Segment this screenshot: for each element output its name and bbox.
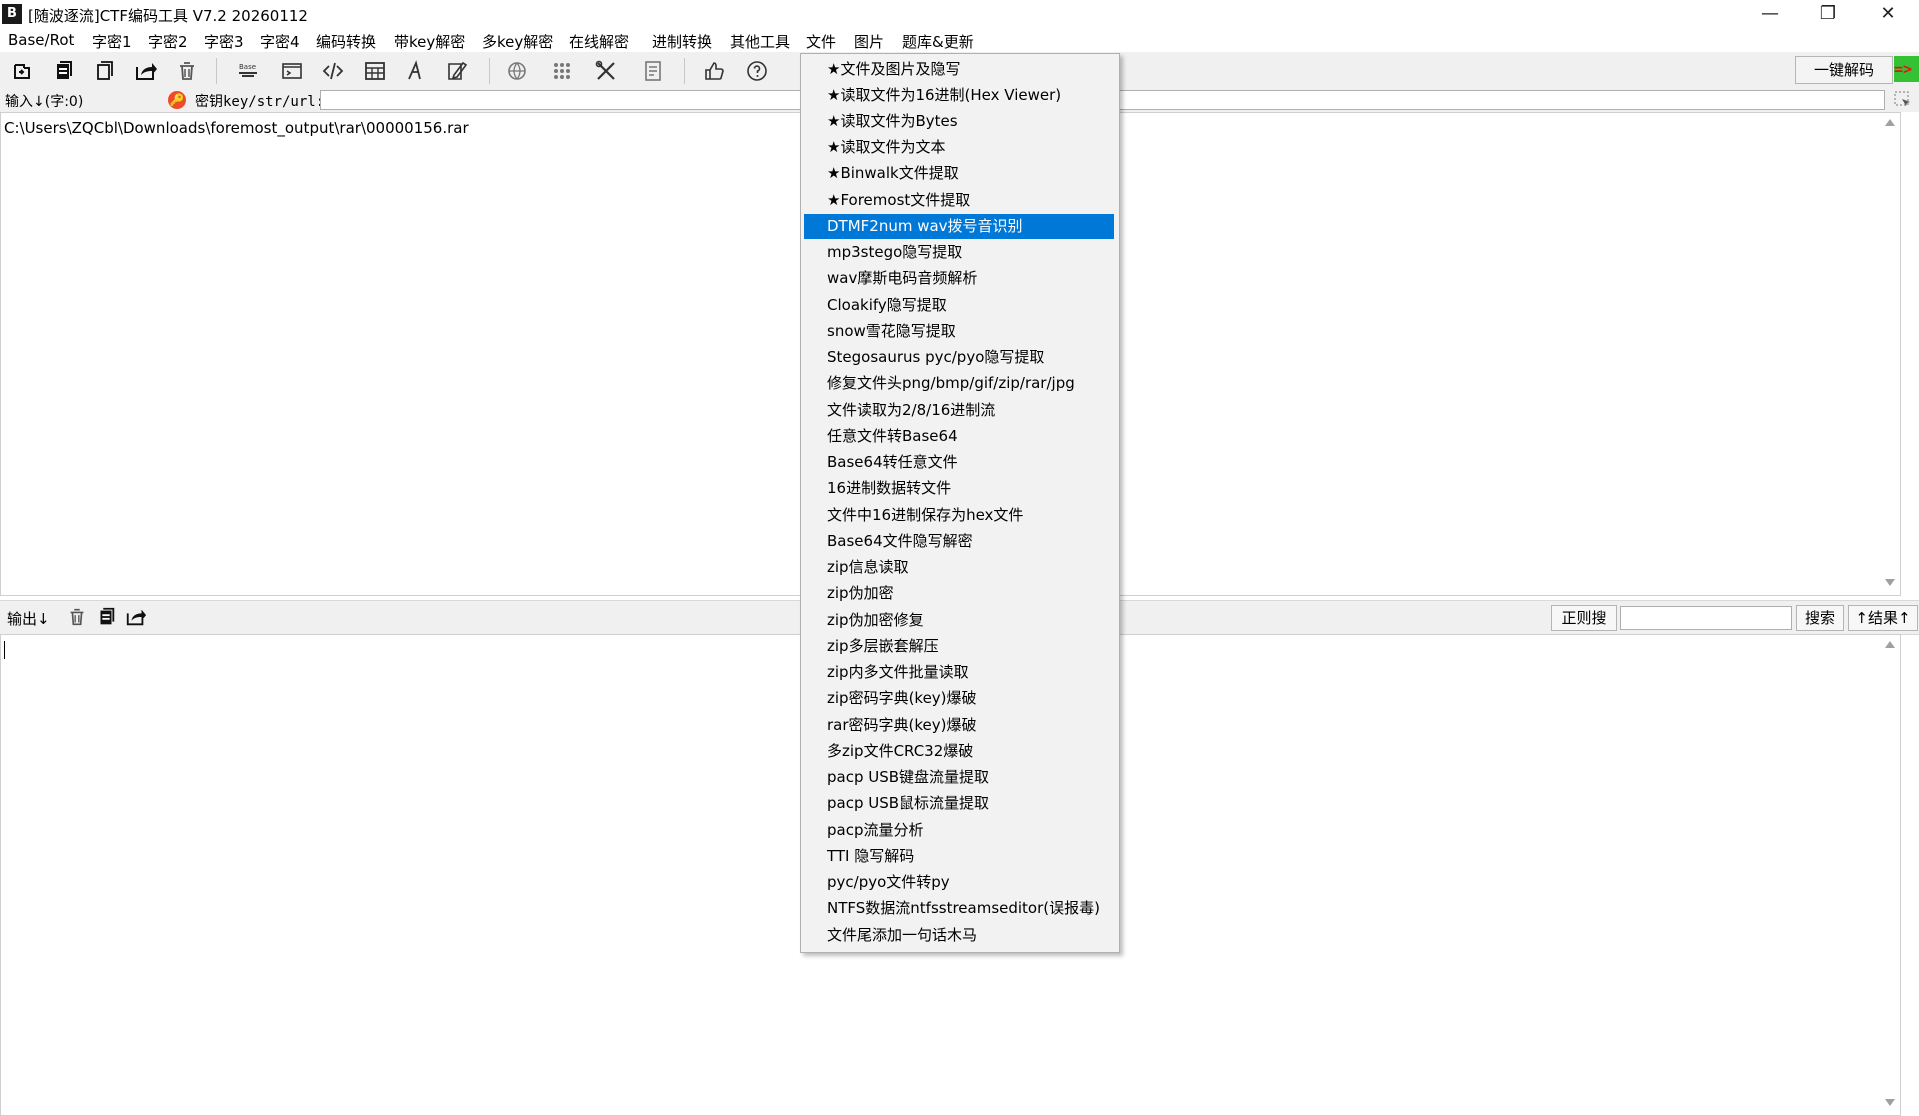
text-caret: [4, 641, 5, 659]
file-menu-item[interactable]: NTFS数据流ntfsstreamseditor(误报毒): [804, 896, 1114, 921]
file-menu-item[interactable]: Stegosaurus pyc/pyo隐写提取: [804, 345, 1114, 370]
file-menu-item[interactable]: zip密码字典(key)爆破: [804, 686, 1114, 711]
file-menu-item[interactable]: ★读取文件为16进制(Hex Viewer): [804, 83, 1114, 108]
one-click-decode-button[interactable]: 一键解码: [1795, 56, 1893, 84]
file-menu-item[interactable]: 修复文件头png/bmp/gif/zip/rar/jpg: [804, 371, 1114, 396]
menu-zimi2[interactable]: 字密2: [148, 31, 188, 52]
file-menu-item[interactable]: pacp USB鼠标流量提取: [804, 791, 1114, 816]
file-menu-dropdown: ★文件及图片及隐写 ★读取文件为16进制(Hex Viewer) ★读取文件为B…: [800, 53, 1120, 953]
input-label: 输入↓(字:0): [5, 94, 84, 110]
file-menu-item[interactable]: ★Binwalk文件提取: [804, 161, 1114, 186]
key-icon: 🔑: [168, 91, 186, 109]
signature-icon[interactable]: [446, 59, 470, 83]
menu-file[interactable]: 文件: [806, 31, 836, 52]
file-menu-item-selected[interactable]: DTMF2num wav拨号音识别: [804, 214, 1114, 239]
file-menu-item[interactable]: ★Foremost文件提取: [804, 188, 1114, 213]
base-switch-icon[interactable]: Base: [236, 59, 260, 83]
title-bar: B [随波逐流]CTF编码工具 V7.2 20260112 — ❐ ✕: [0, 0, 1919, 28]
help-icon[interactable]: [745, 59, 769, 83]
search-button[interactable]: 搜索: [1796, 605, 1844, 631]
output-scrollbar[interactable]: [1882, 635, 1899, 1113]
minimize-button[interactable]: —: [1742, 0, 1798, 28]
scroll-down-icon[interactable]: [1885, 579, 1895, 586]
key-label: 密钥key/str/url:: [195, 94, 325, 110]
move-result-up-button[interactable]: ↑结果↑: [1848, 605, 1918, 631]
calculator-icon[interactable]: [363, 59, 387, 83]
menu-base-rot[interactable]: Base/Rot: [8, 31, 74, 49]
input-text: C:\Users\ZQCbl\Downloads\foremost_output…: [4, 119, 469, 137]
window-title: [随波逐流]CTF编码工具 V7.2 20260112: [28, 7, 308, 25]
input-scrollbar[interactable]: [1882, 113, 1899, 593]
file-menu-item[interactable]: 多zip文件CRC32爆破: [804, 739, 1114, 764]
scroll-down-icon[interactable]: [1885, 1099, 1895, 1106]
file-menu-item[interactable]: 16进制数据转文件: [804, 476, 1114, 501]
file-menu-item[interactable]: pacp流量分析: [804, 818, 1114, 843]
menu-library-update[interactable]: 题库&更新: [902, 31, 974, 52]
tools-icon[interactable]: [594, 59, 618, 83]
file-menu-item[interactable]: wav摩斯电码音频解析: [804, 266, 1114, 291]
file-menu-item[interactable]: ★文件及图片及隐写: [804, 57, 1114, 82]
file-menu-item[interactable]: snow雪花隐写提取: [804, 319, 1114, 344]
scroll-up-icon[interactable]: [1885, 119, 1895, 126]
menu-bar: Base/Rot 字密1 字密2 字密3 字密4 编码转换 带key解密 多ke…: [0, 28, 1919, 52]
menu-key-decrypt[interactable]: 带key解密: [394, 31, 465, 52]
output-label: 输出↓: [7, 610, 50, 628]
file-menu-item[interactable]: mp3stego隐写提取: [804, 240, 1114, 265]
share-icon[interactable]: [134, 59, 158, 83]
file-menu-item[interactable]: zip信息读取: [804, 555, 1114, 580]
file-menu-item[interactable]: TTI 隐写解码: [804, 844, 1114, 869]
file-menu-item[interactable]: ★读取文件为文本: [804, 135, 1114, 160]
file-menu-item[interactable]: Base64文件隐写解密: [804, 529, 1114, 554]
close-button[interactable]: ✕: [1860, 0, 1916, 28]
menu-zimi4[interactable]: 字密4: [260, 31, 300, 52]
menu-multikey-decrypt[interactable]: 多key解密: [482, 31, 553, 52]
copy-icon[interactable]: [93, 59, 117, 83]
menu-other-tools[interactable]: 其他工具: [730, 31, 790, 52]
copy-output-icon[interactable]: [95, 606, 117, 628]
file-menu-item[interactable]: Cloakify隐写提取: [804, 293, 1114, 318]
run-arrow-button[interactable]: =>: [1894, 56, 1919, 82]
file-menu-item[interactable]: zip内多文件批量读取: [804, 660, 1114, 685]
menu-zimi3[interactable]: 字密3: [204, 31, 244, 52]
trash-icon[interactable]: [175, 59, 199, 83]
file-menu-item[interactable]: zip伪加密: [804, 581, 1114, 606]
menu-base-convert[interactable]: 进制转换: [652, 31, 712, 52]
file-menu-item[interactable]: 任意文件转Base64: [804, 424, 1114, 449]
scroll-up-icon[interactable]: [1885, 641, 1895, 648]
menu-image[interactable]: 图片: [854, 31, 884, 52]
terminal-icon[interactable]: [280, 59, 304, 83]
font-icon[interactable]: [404, 59, 428, 83]
menu-online-decrypt[interactable]: 在线解密: [569, 31, 629, 52]
copy-stack-icon[interactable]: [51, 59, 75, 83]
grid-icon[interactable]: [550, 59, 574, 83]
toolbar-separator: [489, 58, 490, 84]
globe-icon[interactable]: [505, 59, 529, 83]
file-menu-item[interactable]: zip多层嵌套解压: [804, 634, 1114, 659]
regex-search-button[interactable]: 正则搜: [1551, 605, 1617, 631]
cursor-select-icon[interactable]: [1893, 90, 1913, 110]
file-menu-item[interactable]: 文件尾添加一句话木马: [804, 923, 1114, 948]
menu-zimi1[interactable]: 字密1: [92, 31, 132, 52]
toolbar-separator: [684, 58, 685, 84]
file-menu-item[interactable]: pacp USB键盘流量提取: [804, 765, 1114, 790]
file-menu-item[interactable]: rar密码字典(key)爆破: [804, 713, 1114, 738]
toolbar-separator: [216, 58, 217, 84]
file-menu-item[interactable]: 文件读取为2/8/16进制流: [804, 398, 1114, 423]
document-icon[interactable]: [641, 59, 665, 83]
clear-output-trash-icon[interactable]: [66, 606, 88, 628]
export-output-icon[interactable]: [125, 606, 147, 628]
file-menu-item[interactable]: pyc/pyo文件转py: [804, 870, 1114, 895]
menu-encoding[interactable]: 编码转换: [316, 31, 376, 52]
file-menu-item[interactable]: Base64转任意文件: [804, 450, 1114, 475]
code-icon[interactable]: [321, 59, 345, 83]
svg-text:Base: Base: [239, 63, 256, 71]
restore-button[interactable]: ❐: [1800, 0, 1856, 28]
file-menu-item[interactable]: zip伪加密修复: [804, 608, 1114, 633]
thumbs-up-icon[interactable]: [702, 59, 726, 83]
app-logo-icon: B: [2, 4, 22, 24]
search-input[interactable]: [1620, 606, 1792, 630]
file-menu-item[interactable]: 文件中16进制保存为hex文件: [804, 503, 1114, 528]
import-icon[interactable]: [10, 59, 34, 83]
file-menu-item[interactable]: ★读取文件为Bytes: [804, 109, 1114, 134]
